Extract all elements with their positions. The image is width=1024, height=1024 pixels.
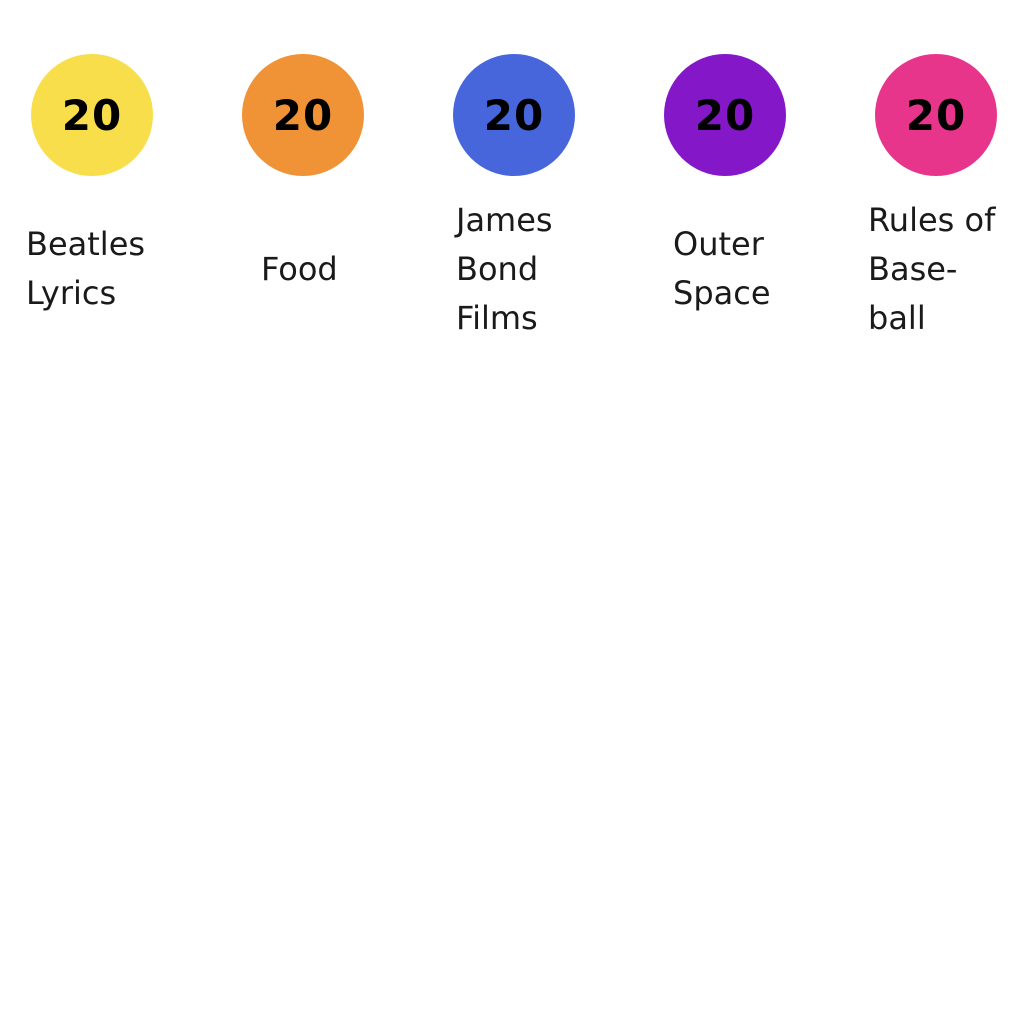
score-circle[interactable]: 20 (31, 54, 153, 176)
category-board: 20 Beatles Lyrics 20 Food 20 James Bond … (0, 0, 1024, 1024)
category-label: Food (261, 249, 338, 288)
score-value: 20 (905, 90, 967, 140)
category-label: Beatles Lyrics (26, 225, 146, 312)
score-value: 20 (694, 90, 756, 140)
category-label-box: Outer Space (635, 204, 853, 334)
score-circle[interactable]: 20 (875, 54, 997, 176)
score-circle[interactable]: 20 (242, 54, 364, 176)
score-circle[interactable]: 20 (664, 54, 786, 176)
category-label: Rules of Base- ball (868, 200, 996, 337)
category-label-box: Food (213, 204, 441, 334)
score-value: 20 (61, 90, 123, 140)
category-label: Outer Space (673, 225, 771, 312)
score-value: 20 (483, 90, 545, 140)
score-circle[interactable]: 20 (453, 54, 575, 176)
category-label: James Bond Films (456, 200, 553, 337)
category-label-box: James Bond Films (424, 201, 636, 337)
category-label-box: Beatles Lyrics (2, 204, 206, 334)
score-value: 20 (272, 90, 334, 140)
category-label-box: Rules of Base- ball (846, 201, 1024, 337)
